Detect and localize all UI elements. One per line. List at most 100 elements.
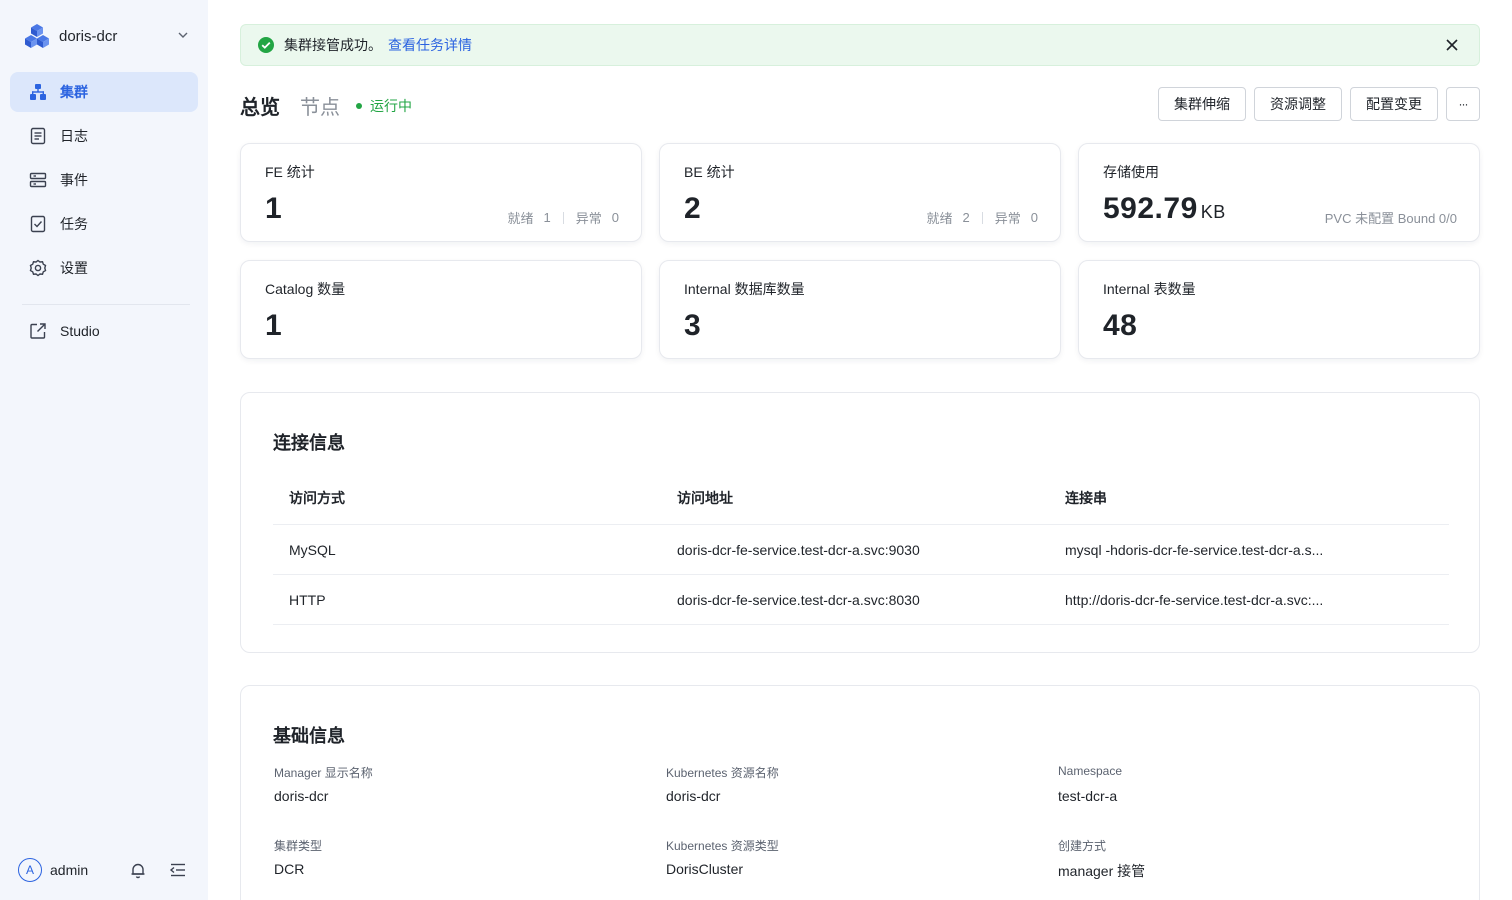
- basic-info-card: 基础信息 Manager 显示名称 doris-dcr Kubernetes 资…: [240, 685, 1480, 900]
- tab-overview[interactable]: 总览: [240, 91, 280, 120]
- divider: [981, 211, 983, 224]
- stat-label: Catalog 数量: [265, 281, 346, 297]
- info-label: Kubernetes 资源名称: [666, 766, 779, 780]
- bell-icon[interactable]: [128, 860, 148, 880]
- section-title: 基础信息: [273, 726, 345, 746]
- info-value: doris-dcr: [274, 788, 329, 804]
- ready-label: 就绪: [507, 211, 534, 226]
- access-address[interactable]: doris-dcr-fe-service.test-dcr-a.svc:9030: [677, 525, 920, 574]
- log-icon: [28, 126, 48, 146]
- stat-label: 存储使用: [1103, 164, 1159, 180]
- table-row: HTTP doris-dcr-fe-service.test-dcr-a.svc…: [273, 575, 1449, 625]
- table-header: 访问方式 访问地址 连接串: [273, 471, 1449, 525]
- table-count-card: Internal 表数量 48: [1078, 260, 1480, 359]
- info-label: 集群类型: [274, 839, 323, 853]
- sidebar-item-task[interactable]: 任务: [10, 204, 198, 244]
- cluster-switcher[interactable]: doris-dcr: [24, 22, 194, 50]
- info-value: DCR: [274, 861, 305, 877]
- sidebar-item-cluster[interactable]: 集群: [10, 72, 198, 112]
- stat-value: 2: [684, 192, 702, 225]
- storage-usage-card: 存储使用 592.79 KB PVC 未配置 Bound 0/0: [1078, 143, 1480, 242]
- ready-label: 就绪: [926, 211, 953, 226]
- connection-string[interactable]: http://doris-dcr-fe-service.test-dcr-a.s…: [1065, 575, 1323, 624]
- sidebar-item-log[interactable]: 日志: [10, 116, 198, 156]
- stat-value: 3: [684, 309, 702, 342]
- sidebar-item-label: 集群: [60, 84, 88, 100]
- sidebar-item-settings[interactable]: 设置: [10, 248, 198, 288]
- stat-label: BE 统计: [684, 164, 735, 180]
- connection-table: 访问方式 访问地址 连接串 MySQL doris-dcr-fe-service…: [273, 471, 1449, 625]
- fe-stats-card: FE 统计 1 就绪 1 异常 0: [240, 143, 642, 242]
- sidebar-footer: A admin: [18, 857, 194, 883]
- doris-logo-icon: [24, 23, 50, 49]
- tab-nodes[interactable]: 节点: [300, 91, 340, 120]
- sidebar-item-event[interactable]: 事件: [10, 160, 198, 200]
- table-row: MySQL doris-dcr-fe-service.test-dcr-a.sv…: [273, 525, 1449, 575]
- sidebar-studio-group: Studio: [10, 311, 198, 355]
- stat-breakdown: 就绪 2 异常 0: [927, 208, 1039, 227]
- info-label: Manager 显示名称: [274, 766, 373, 780]
- info-label: Kubernetes 资源类型: [666, 839, 779, 853]
- config-change-button[interactable]: 配置变更: [1350, 87, 1438, 121]
- alert-message: 集群接管成功。: [284, 37, 382, 53]
- column-header: 访问地址: [677, 489, 733, 506]
- info-label: Namespace: [1058, 764, 1123, 778]
- abnormal-label: 异常: [994, 211, 1021, 226]
- avatar[interactable]: A: [18, 858, 42, 882]
- gear-icon: [28, 258, 48, 278]
- storage-unit: KB: [1200, 202, 1226, 222]
- stat-value: 1: [265, 309, 283, 342]
- divider: [562, 211, 564, 224]
- column-header: 连接串: [1065, 489, 1107, 506]
- task-icon: [28, 214, 48, 234]
- chevron-down-icon: [176, 28, 190, 42]
- storage-value: 592.79: [1103, 192, 1198, 225]
- abnormal-count: 0: [1030, 210, 1038, 225]
- main-content: 集群接管成功。 查看任务详情 总览 节点 运行中 集群伸缩 资源调整 配置变更 …: [240, 0, 1480, 900]
- info-value: doris-dcr: [666, 788, 721, 804]
- connection-string[interactable]: mysql -hdoris-dcr-fe-service.test-dcr-a.…: [1065, 525, 1323, 574]
- status-badge: 运行中: [356, 96, 412, 116]
- info-label: 创建方式: [1058, 839, 1107, 853]
- sidebar-item-label: 事件: [60, 172, 88, 188]
- pvc-note: PVC 未配置 Bound 0/0: [1324, 211, 1457, 226]
- ready-count: 1: [543, 210, 551, 225]
- access-address[interactable]: doris-dcr-fe-service.test-dcr-a.svc:8030: [677, 575, 920, 624]
- be-stats-card: BE 统计 2 就绪 2 异常 0: [659, 143, 1061, 242]
- cluster-icon: [28, 82, 48, 102]
- sidebar-divider: [22, 304, 190, 305]
- sidebar-item-label: Studio: [60, 323, 100, 339]
- user-name[interactable]: admin: [50, 862, 88, 878]
- sidebar-item-studio[interactable]: Studio: [10, 311, 198, 351]
- app: doris-dcr 集群 日志 事件 任务 设置 Studio A admin …: [0, 0, 1512, 900]
- status-text: 运行中: [370, 98, 412, 114]
- stat-label: Internal 表数量: [1103, 281, 1196, 297]
- connection-info-card: 连接信息 访问方式 访问地址 连接串 MySQL doris-dcr-fe-se…: [240, 392, 1480, 653]
- sidebar-item-label: 设置: [60, 260, 88, 276]
- abnormal-count: 0: [611, 210, 619, 225]
- event-icon: [28, 170, 48, 190]
- status-dot: [356, 103, 362, 109]
- access-method: HTTP: [289, 591, 326, 608]
- resource-adjust-button[interactable]: 资源调整: [1254, 87, 1342, 121]
- stat-breakdown: 就绪 1 异常 0: [508, 208, 620, 227]
- cluster-scale-button[interactable]: 集群伸缩: [1158, 87, 1246, 121]
- stat-value: 48: [1103, 309, 1138, 342]
- close-icon[interactable]: [1445, 38, 1459, 52]
- collapse-menu-icon[interactable]: [168, 860, 188, 880]
- access-method: MySQL: [289, 541, 336, 558]
- success-alert: 集群接管成功。 查看任务详情: [240, 24, 1480, 66]
- stat-value: 592.79 KB: [1103, 192, 1226, 226]
- more-actions-button[interactable]: ···: [1446, 87, 1480, 121]
- check-circle-icon: [257, 36, 275, 54]
- header-row: 总览 节点 运行中 集群伸缩 资源调整 配置变更 ···: [240, 87, 1480, 121]
- view-task-detail-link[interactable]: 查看任务详情: [388, 35, 472, 55]
- section-title: 连接信息: [273, 433, 345, 453]
- sidebar-item-label: 任务: [60, 216, 88, 232]
- stat-label: FE 统计: [265, 164, 315, 180]
- sidebar-nav: 集群 日志 事件 任务 设置: [10, 72, 198, 292]
- external-link-icon: [28, 321, 48, 341]
- sidebar: doris-dcr 集群 日志 事件 任务 设置 Studio A admin: [0, 0, 208, 900]
- info-value: DorisCluster: [666, 861, 744, 877]
- stat-label: Internal 数据库数量: [684, 281, 805, 297]
